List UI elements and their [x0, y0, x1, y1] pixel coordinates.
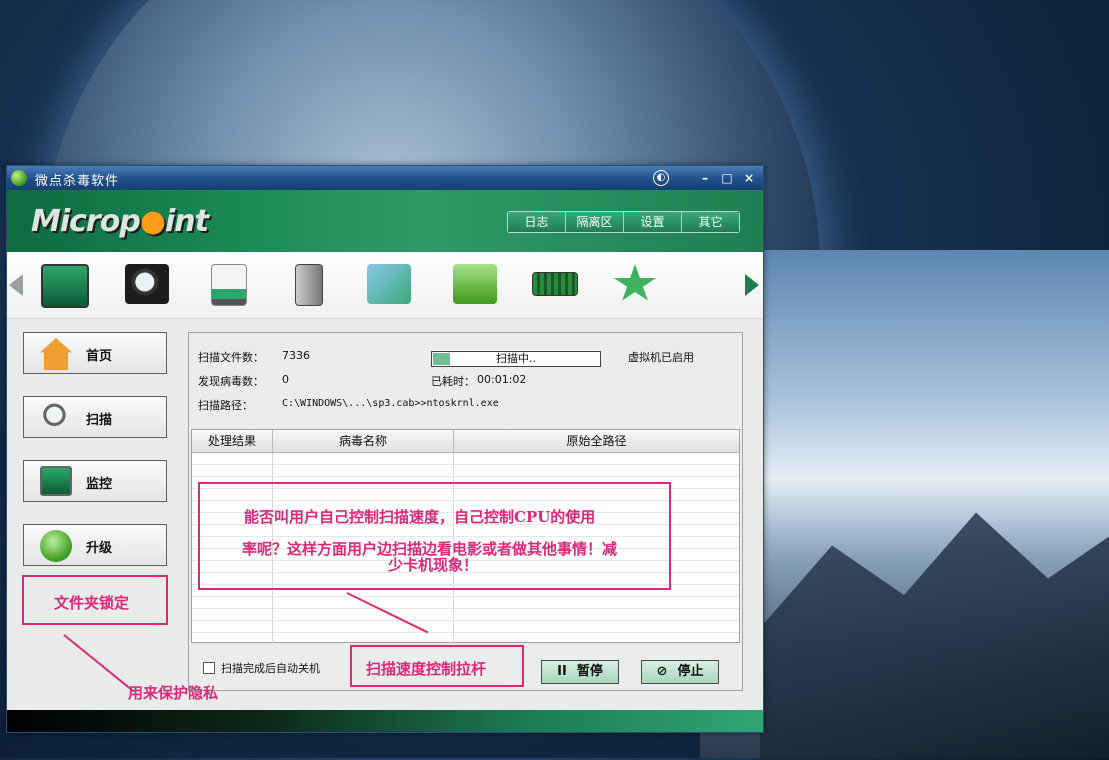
- minimize-button[interactable]: –: [697, 171, 713, 185]
- window-title: 微点杀毒软件: [35, 174, 120, 189]
- table-row[interactable]: [192, 465, 739, 477]
- table-cell: [273, 609, 454, 620]
- magnifier-icon: [125, 264, 169, 304]
- tool-monitor[interactable]: [41, 262, 89, 308]
- pause-button[interactable]: II 暂停: [541, 660, 619, 684]
- auto-shutdown-option[interactable]: 扫描完成后自动关机: [203, 660, 320, 676]
- path-label: 扫描路径：: [198, 399, 253, 412]
- tool-scan[interactable]: [123, 262, 171, 308]
- sidebar-item-monitor[interactable]: 监控: [23, 460, 167, 502]
- title-bar[interactable]: 微点杀毒软件 ◐ – □ ×: [7, 166, 763, 190]
- tool-door[interactable]: [285, 262, 333, 308]
- sidebar-item-label: 升级: [86, 541, 113, 556]
- progress-status: 扫描中..: [496, 352, 536, 365]
- auto-shutdown-label: 扫描完成后自动关机: [221, 662, 320, 675]
- stop-button[interactable]: ⊘ 停止: [641, 660, 719, 684]
- tool-memory[interactable]: [531, 262, 579, 308]
- magnifier-icon: [40, 402, 72, 434]
- table-row[interactable]: [192, 633, 739, 645]
- sidebar-item-label: 扫描: [86, 413, 113, 428]
- table-cell: [192, 621, 273, 632]
- table-cell: [192, 609, 273, 620]
- network-folder-icon: [367, 264, 411, 304]
- skin-icon[interactable]: ◐: [653, 170, 669, 186]
- table-cell: [192, 465, 273, 476]
- files-label: 扫描文件数：: [198, 351, 264, 364]
- memory-chip-icon: [532, 272, 578, 296]
- sidebar-item-upgrade[interactable]: 升级: [23, 524, 167, 566]
- column-result[interactable]: 处理结果: [192, 430, 273, 452]
- annotation-cpu-line3: 少卡机现象！: [388, 556, 479, 574]
- table-cell: [454, 633, 739, 644]
- table-row[interactable]: [192, 621, 739, 633]
- brand-logo: Microp●int: [31, 204, 209, 239]
- top-menu: 日志 隔离区 设置 其它: [507, 211, 740, 233]
- auto-shutdown-checkbox[interactable]: [203, 662, 215, 674]
- table-row[interactable]: [192, 453, 739, 465]
- scan-progress-bar: 扫描中..: [431, 351, 601, 367]
- table-cell: [454, 597, 739, 608]
- menu-other[interactable]: 其它: [682, 212, 739, 232]
- scroll-right-icon[interactable]: [745, 274, 759, 296]
- monitor-icon: [40, 466, 72, 496]
- sidebar-item-label: 监控: [86, 477, 113, 492]
- table-cell: [454, 609, 739, 620]
- sidebar-item-scan[interactable]: 扫描: [23, 396, 167, 438]
- scroll-left-icon[interactable]: [9, 274, 23, 296]
- column-virus-name[interactable]: 病毒名称: [273, 430, 454, 452]
- table-header: 处理结果 病毒名称 原始全路径: [192, 430, 739, 453]
- elapsed-value: 00:01:02: [477, 373, 527, 386]
- sidebar-item-label: 首页: [86, 349, 113, 364]
- tool-star[interactable]: [611, 262, 659, 308]
- menu-settings[interactable]: 设置: [624, 212, 682, 232]
- elapsed-label: 已耗时：: [431, 375, 475, 388]
- usb-drive-icon: [211, 264, 247, 306]
- brand-dot-icon: ●: [139, 204, 166, 239]
- table-row[interactable]: [192, 597, 739, 609]
- home-icon: [40, 338, 72, 370]
- files-value: 7336: [282, 349, 310, 362]
- progress-fill: [433, 353, 450, 365]
- tool-network[interactable]: [365, 262, 413, 308]
- stop-icon: ⊘: [656, 664, 668, 679]
- tool-usb[interactable]: [205, 262, 253, 308]
- path-value: C:\WINDOWS\...\sp3.cab>>ntoskrnl.exe: [282, 398, 499, 409]
- monitor-icon: [41, 264, 89, 308]
- door-exit-icon: [295, 264, 323, 306]
- app-logo-icon: [11, 170, 27, 186]
- close-button[interactable]: ×: [741, 171, 757, 185]
- annotation-folder-lock: 文件夹锁定: [54, 594, 130, 612]
- menu-quarantine[interactable]: 隔离区: [566, 212, 624, 232]
- feature-toolbar: [7, 252, 763, 319]
- table-row[interactable]: [192, 609, 739, 621]
- footer-bar: [7, 710, 763, 732]
- pause-icon: II: [557, 664, 567, 679]
- virus-label: 发现病毒数：: [198, 375, 264, 388]
- table-cell: [273, 465, 454, 476]
- virus-value: 0: [282, 373, 289, 386]
- table-cell: [192, 453, 273, 464]
- vm-status: 虚拟机已启用: [628, 351, 694, 364]
- menu-log[interactable]: 日志: [508, 212, 566, 232]
- refresh-icon: [40, 530, 72, 562]
- tool-folder[interactable]: [451, 262, 499, 308]
- star-icon: [613, 264, 657, 301]
- annotation-slider: 扫描速度控制拉杆: [366, 660, 487, 678]
- table-cell: [273, 453, 454, 464]
- column-path[interactable]: 原始全路径: [454, 430, 739, 452]
- table-cell: [454, 453, 739, 464]
- table-cell: [192, 633, 273, 644]
- annotation-privacy: 用来保护隐私: [128, 684, 219, 702]
- header-banner: Microp●int 日志 隔离区 设置 其它: [7, 190, 763, 252]
- green-folder-icon: [453, 264, 497, 304]
- table-cell: [192, 597, 273, 608]
- sidebar-item-home[interactable]: 首页: [23, 332, 167, 374]
- table-cell: [454, 621, 739, 632]
- table-cell: [454, 465, 739, 476]
- table-cell: [273, 633, 454, 644]
- annotation-cpu-line1: 能否叫用户自己控制扫描速度，自己控制CPU的使用: [244, 508, 596, 526]
- maximize-button[interactable]: □: [719, 171, 735, 185]
